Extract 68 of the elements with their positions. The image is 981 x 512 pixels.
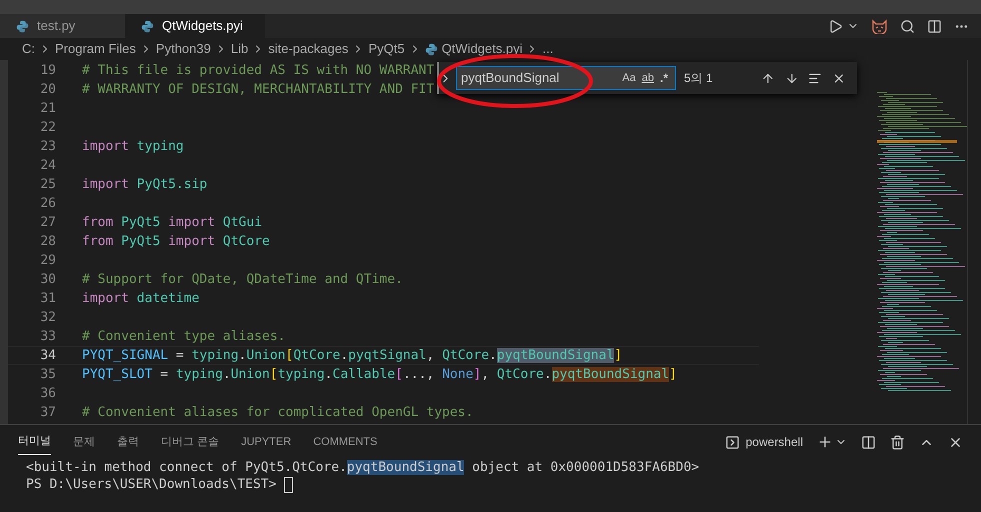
panel-tab[interactable]: 디버그 콘솔 [161,430,220,454]
breadcrumb-item[interactable]: Program Files [55,39,136,59]
find-input[interactable]: pyqtBoundSignal Aa ab .* [456,66,676,90]
line-number: 27 [39,214,56,232]
line-number: 22 [39,118,56,137]
line-number: 33 [39,328,56,346]
tab-label: test.py [37,17,76,36]
breadcrumb-item[interactable]: Python39 [156,39,211,59]
split-editor-icon[interactable] [927,18,942,34]
editor-tab[interactable]: QtWidgets.pyi [125,14,265,38]
match-count: 5의 1 [684,70,714,87]
breadcrumb-item[interactable]: QtWidgets.pyi [442,39,522,59]
code-line: PYQT_SLOT = typing.Union[typing.Callable[..., None], QtCore.pyqtBoundSignal] [82,366,677,384]
terminal-line: <built-in method connect of PyQt5.QtCore.pyqtBoundSignal object at 0x000001D583FA6BD0> [26,459,700,476]
line-number: 25 [39,176,56,194]
line-number: 34 [39,346,56,365]
code-line: # Convenient type aliases. [82,328,286,346]
split-terminal-icon[interactable] [861,434,876,450]
line-number: 23 [39,138,56,156]
python-file-icon [424,42,438,56]
cat-face-icon[interactable] [871,18,888,34]
line-number: 28 [39,232,56,251]
panel-tab[interactable]: 터미널 [18,429,51,455]
code-line: import datetime [82,290,200,308]
code-line: import PyQt5.sip [82,176,208,194]
breadcrumb-item[interactable]: PyQt5 [368,39,405,59]
search-option-toggle[interactable]: Aa [619,70,639,86]
code-line: from PyQt5 import QtCore [82,232,270,251]
line-number: 24 [39,156,56,175]
line-number: 26 [39,194,56,213]
search-option-toggle[interactable]: ab [638,70,657,86]
panel-tab[interactable]: JUPYTER [241,430,292,454]
breadcrumb-item[interactable]: C: [22,39,35,59]
code-line: PYQT_SIGNAL = typing.Union[QtCore.pyqtSignal, QtCore.pyqtBoundSignal] [82,346,622,365]
terminal-icon [724,434,740,450]
search-option-toggle[interactable]: .* [656,69,671,87]
line-number: 30 [39,270,56,289]
python-file-icon [141,20,154,32]
line-number: 19 [39,62,56,80]
code-line: import typing [82,138,184,156]
run-icon[interactable] [828,18,843,34]
panel-tab[interactable]: 출력 [117,430,139,454]
preview-search-icon[interactable] [900,18,915,34]
line-number: 36 [39,384,56,403]
trash-icon[interactable] [890,434,905,450]
panel-tab[interactable]: COMMENTS [313,430,378,454]
terminal-line: PS D:\Users\USER\Downloads\TEST> [26,476,276,493]
line-number: 32 [39,308,56,327]
editor-tab[interactable]: test.py [0,14,125,38]
code-line: # Convenient aliases for complicated OpenGL types. [82,404,474,422]
breadcrumb-item[interactable]: Lib [230,39,248,59]
new-terminal-icon[interactable] [817,434,833,450]
code-line: # WARRANTY OF DESIGN, MERCHANTABILITY AND FIT [82,80,434,99]
line-number: 20 [39,80,56,99]
line-number: 35 [39,366,56,384]
line-number: 31 [39,290,56,308]
shell-name[interactable]: powershell [746,433,803,451]
panel-tab[interactable]: 문제 [73,430,95,454]
line-number: 37 [39,404,56,422]
code-line: from PyQt5 import QtGui [82,214,262,232]
line-number: 21 [39,100,56,118]
tab-label: QtWidgets.pyi [162,17,243,36]
code-line: # Support for QDate, QDateTime and QTime. [82,270,403,289]
breadcrumb-item[interactable]: ... [542,39,554,59]
line-number: 29 [39,252,56,270]
code-line: # This file is provided AS IS with NO WARRANT [82,62,434,80]
breadcrumb-item[interactable]: site-packages [268,39,348,59]
python-file-icon [16,20,29,32]
